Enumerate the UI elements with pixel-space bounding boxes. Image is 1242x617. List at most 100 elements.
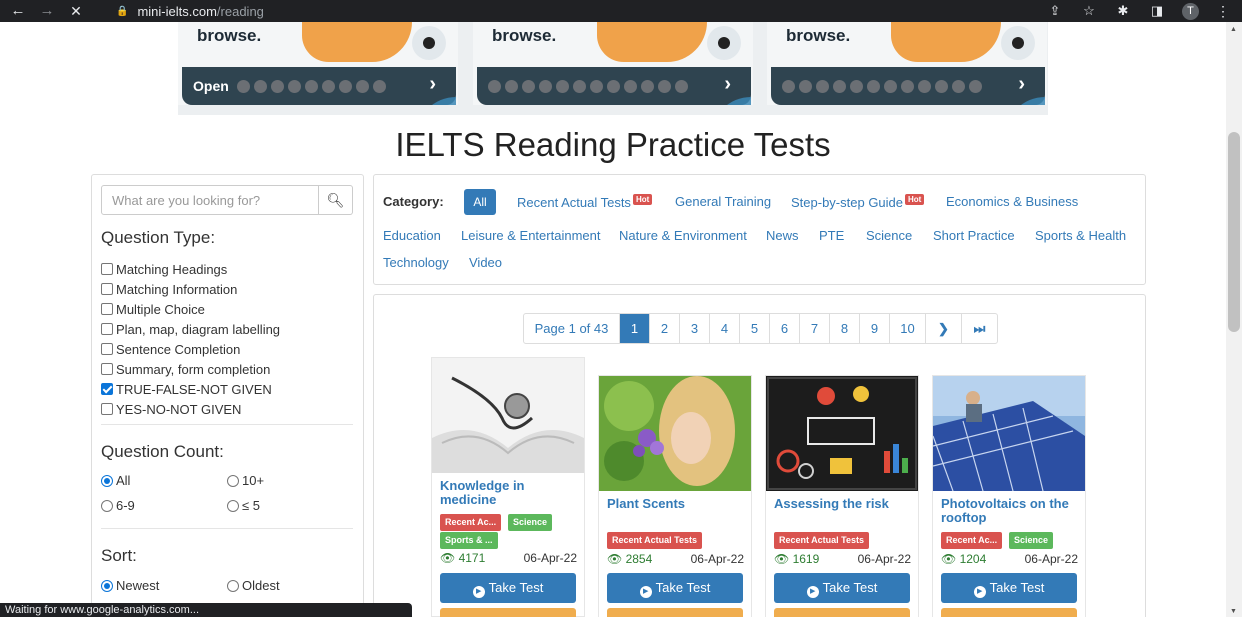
checkbox[interactable] [101, 303, 113, 315]
question-type-option[interactable]: YES-NO-NOT GIVEN [101, 399, 280, 419]
radio-selected[interactable] [101, 579, 113, 592]
sort-option-oldest[interactable]: Oldest [227, 578, 280, 593]
category-link[interactable]: News [766, 228, 799, 243]
category-all-button[interactable]: All [464, 189, 496, 215]
ad-open-bar[interactable]: › [477, 67, 751, 105]
search-input[interactable] [101, 185, 319, 215]
category-link[interactable]: Short Practice [933, 228, 1015, 243]
scrollbar-thumb[interactable] [1228, 132, 1240, 332]
checkbox[interactable] [101, 323, 113, 335]
page-button[interactable]: 3 [679, 314, 709, 343]
card-thumbnail-risk-chalkboard[interactable] [766, 376, 918, 491]
count-option-10plus[interactable]: 10+ [227, 473, 264, 488]
page-button[interactable]: 6 [769, 314, 799, 343]
category-tag[interactable]: Recent Ac... [941, 532, 1003, 549]
category-link[interactable]: PTE [819, 228, 844, 243]
checkbox[interactable] [101, 363, 113, 375]
address-bar[interactable]: mini-ielts.com/reading [137, 4, 263, 19]
category-link[interactable]: Nature & Environment [619, 228, 747, 243]
scroll-down-arrow-icon[interactable]: ▼ [1230, 608, 1237, 615]
category-tag[interactable]: Sports & ... [440, 532, 498, 549]
kebab-menu-icon[interactable]: ⋮ [1216, 3, 1230, 20]
category-tag[interactable]: Science [1009, 532, 1054, 549]
radio[interactable] [227, 499, 239, 512]
card-thumbnail-girl-flowers[interactable] [599, 376, 751, 491]
secondary-button[interactable] [774, 608, 910, 617]
next-page-button[interactable]: ❯ [925, 314, 961, 343]
ad-banner[interactable]: browse. Open › [178, 22, 458, 105]
scroll-up-arrow-icon[interactable]: ▲ [1230, 26, 1237, 33]
ad-banner[interactable]: browse. › [473, 22, 753, 105]
question-type-option[interactable]: Summary, form completion [101, 359, 280, 379]
category-link[interactable]: Sports & Health [1035, 228, 1126, 243]
question-type-option[interactable]: Multiple Choice [101, 299, 280, 319]
chevron-right-icon[interactable]: › [724, 73, 731, 96]
secondary-button[interactable] [440, 608, 576, 617]
category-link[interactable]: Science [866, 228, 912, 243]
question-type-option[interactable]: Matching Headings [101, 259, 280, 279]
question-type-option[interactable]: TRUE-FALSE-NOT GIVEN [101, 379, 280, 399]
card-thumbnail-solar-panels[interactable] [933, 376, 1085, 491]
category-link[interactable]: Education [383, 228, 441, 243]
search-button[interactable]: 🔍︎ [319, 185, 353, 215]
page-button[interactable]: 9 [859, 314, 889, 343]
take-test-button[interactable]: ▶ Take Test [941, 573, 1077, 603]
count-option-6-9[interactable]: 6-9 [101, 498, 135, 513]
secondary-button[interactable] [607, 608, 743, 617]
lock-icon[interactable]: 🔒 [116, 6, 128, 17]
page-scrollbar[interactable]: ▲ ▼ [1226, 22, 1242, 617]
stop-loading-icon[interactable]: ✕ [66, 0, 86, 22]
last-page-button[interactable]: ⏭︎ [961, 314, 997, 343]
radio-selected[interactable] [101, 474, 113, 487]
side-panel-icon[interactable]: ◨ [1148, 3, 1166, 19]
category-link[interactable]: Recent Actual Tests Hot [517, 194, 653, 210]
page-button[interactable]: 8 [829, 314, 859, 343]
count-option-all[interactable]: All [101, 473, 130, 488]
chevron-right-icon[interactable]: › [1018, 73, 1025, 96]
page-button[interactable]: 5 [739, 314, 769, 343]
question-type-option[interactable]: Plan, map, diagram labelling [101, 319, 280, 339]
category-link[interactable]: Technology [383, 255, 449, 270]
sort-option-newest[interactable]: Newest [101, 578, 159, 593]
forward-arrow-icon[interactable]: → [37, 0, 57, 22]
category-link[interactable]: General Training [675, 194, 771, 209]
category-tag[interactable]: Recent Actual Tests [774, 532, 870, 549]
page-button-current[interactable]: 1 [619, 314, 649, 343]
checkbox[interactable] [101, 403, 113, 415]
page-button[interactable]: 10 [889, 314, 925, 343]
card-title[interactable]: Photovoltaics on the rooftop [941, 497, 1081, 525]
checkbox[interactable] [101, 283, 113, 295]
page-button[interactable]: 4 [709, 314, 739, 343]
radio[interactable] [227, 474, 239, 487]
radio[interactable] [227, 579, 239, 592]
take-test-button[interactable]: ▶ Take Test [774, 573, 910, 603]
ad-banner[interactable]: browse. › [767, 22, 1047, 105]
ad-open-bar[interactable]: Open › [182, 67, 456, 105]
checkbox[interactable] [101, 343, 113, 355]
secondary-button[interactable] [941, 608, 1077, 617]
take-test-button[interactable]: ▶ Take Test [440, 573, 576, 603]
card-title[interactable]: Assessing the risk [774, 497, 914, 511]
category-tag[interactable]: Recent Ac... [440, 514, 502, 531]
checkbox-checked[interactable] [101, 383, 113, 395]
page-button[interactable]: 2 [649, 314, 679, 343]
checkbox[interactable] [101, 263, 113, 275]
ad-open-bar[interactable]: › [771, 67, 1045, 105]
category-link[interactable]: Step-by-step Guide Hot [791, 194, 925, 210]
category-link[interactable]: Economics & Business [946, 194, 1078, 209]
category-link[interactable]: Leisure & Entertainment [461, 228, 600, 243]
back-arrow-icon[interactable]: ← [8, 0, 28, 22]
chevron-right-icon[interactable]: › [429, 73, 436, 96]
bookmark-star-icon[interactable]: ☆ [1080, 3, 1098, 19]
extensions-puzzle-icon[interactable]: ✱ [1114, 3, 1132, 19]
radio[interactable] [101, 499, 113, 512]
category-link[interactable]: Video [469, 255, 502, 270]
question-type-option[interactable]: Sentence Completion [101, 339, 280, 359]
card-title[interactable]: Plant Scents [607, 497, 747, 511]
count-option-le5[interactable]: ≤ 5 [227, 498, 260, 513]
category-tag[interactable]: Recent Actual Tests [607, 532, 703, 549]
card-title[interactable]: Knowledge in medicine [440, 479, 580, 507]
page-button[interactable]: 7 [799, 314, 829, 343]
category-tag[interactable]: Science [508, 514, 553, 531]
card-thumbnail-stethoscope[interactable] [432, 358, 584, 473]
